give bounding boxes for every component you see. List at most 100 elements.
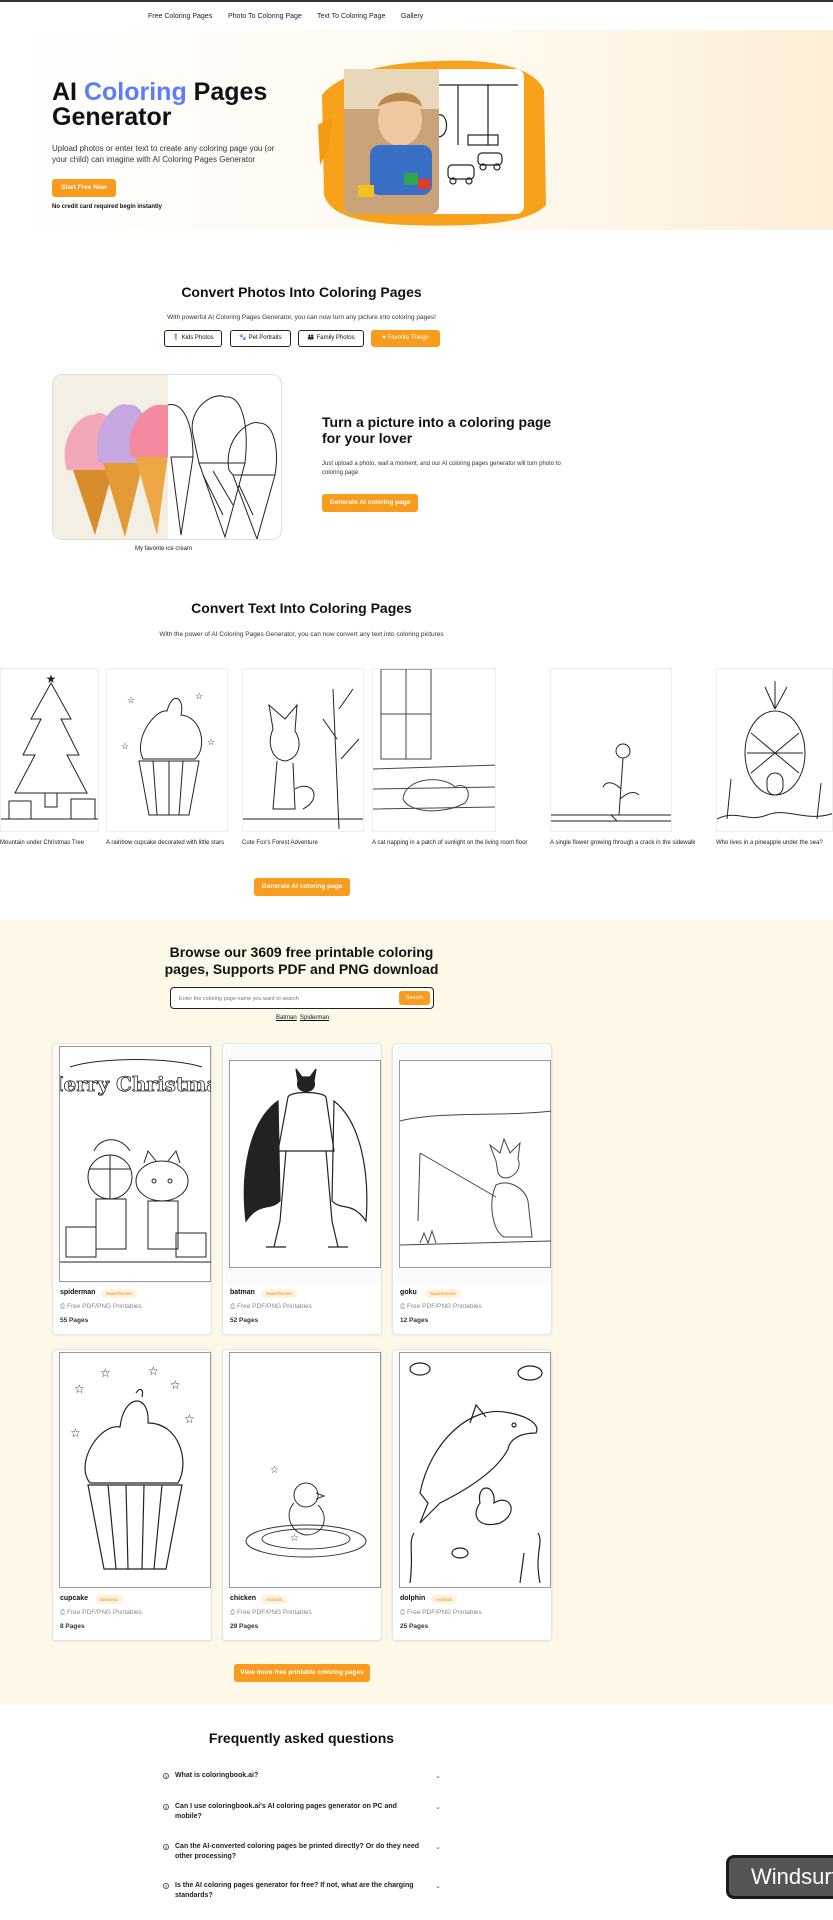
chip-kids-photos[interactable]: 🧍 Kids Photos <box>164 330 222 347</box>
pineapple-icon <box>717 681 832 820</box>
cupcake-art: ☆ ☆ ☆ ☆ ☆ ☆ <box>70 1364 195 1570</box>
view-more-button[interactable]: View more free printable coloring pages <box>234 1664 370 1682</box>
question-icon: ? <box>163 1773 169 1779</box>
coloring-card-goku[interactable]: goku Superheroes ⎙ Free PDF/PNG Printabl… <box>392 1043 552 1335</box>
text-example-flower[interactable] <box>550 668 672 832</box>
card-name: batman <box>230 1289 255 1296</box>
printer-icon: ⎙ <box>230 1609 236 1616</box>
printer-icon: ⎙ <box>400 1303 406 1310</box>
text-section-title: Convert Text Into Coloring Pages <box>191 600 412 616</box>
coloring-card-chicken[interactable]: ☆ ☆ chicken Animals ⎙ Free PDF/PNG Printa… <box>222 1349 382 1641</box>
text-caption-4: A cat napping in a patch of sunlight on … <box>372 840 528 846</box>
ice-cream-comparison-image <box>52 374 282 540</box>
printables-label: ⎙ Free PDF/PNG Printables <box>60 1303 142 1310</box>
family-icon: 👪 <box>307 335 315 341</box>
coloring-preview <box>395 1046 551 1284</box>
chip-pet-portraits[interactable]: 🐾 Pet Portraits <box>230 330 291 347</box>
page-count: 29 Pages <box>230 1623 259 1630</box>
svg-text:☆: ☆ <box>290 1533 299 1544</box>
nav-free-coloring-pages[interactable]: Free Coloring Pages <box>148 13 212 20</box>
nav-photo-to-coloring[interactable]: Photo To Coloring Page <box>228 13 302 20</box>
text-caption-3: Cute Fox's Forest Adventure <box>242 840 318 846</box>
printables-label: ⎙ Free PDF/PNG Printables <box>230 1609 312 1616</box>
cat-icon <box>373 669 495 812</box>
paw-icon: 🐾 <box>239 335 247 341</box>
batman-art <box>243 1068 368 1248</box>
coloring-card-dolphin[interactable]: dolphin Animals ⎙ Free PDF/PNG Printable… <box>392 1349 552 1641</box>
printer-icon: ⎙ <box>400 1609 406 1616</box>
child-icon: 🧍 <box>172 335 180 341</box>
text-caption-6: Who lives in a pineapple under the sea? <box>716 840 823 846</box>
cupcake-icon: ☆ ☆ ☆ ☆ <box>121 691 215 816</box>
search-input[interactable] <box>179 993 389 1004</box>
svg-text:☆: ☆ <box>207 737 215 747</box>
chicken-art: ☆☆ <box>245 1465 367 1558</box>
coloring-preview: ☆ ☆ ☆ ☆ ☆ ☆ <box>55 1352 211 1590</box>
svg-text:☆: ☆ <box>170 1378 181 1392</box>
coloring-preview <box>395 1352 551 1590</box>
feature-description: Just upload a photo, wait a moment, and … <box>322 461 561 476</box>
generate-from-text-button[interactable]: Generate AI coloring page <box>254 878 350 896</box>
hero-illustration <box>318 60 546 226</box>
text-caption-2: A rainbow cupcake decorated with little … <box>106 840 225 846</box>
chevron-down-icon: ⌄ <box>435 1773 441 1780</box>
coloring-preview <box>225 1046 381 1284</box>
search-button[interactable]: Search <box>399 991 430 1005</box>
svg-text:☆: ☆ <box>184 1412 195 1426</box>
printables-label: ⎙ Free PDF/PNG Printables <box>60 1609 142 1616</box>
printables-label: ⎙ Free PDF/PNG Printables <box>400 1303 482 1310</box>
heart-icon: ♥ <box>382 335 386 341</box>
text-caption-5: A single flower growing through a crack … <box>550 840 696 846</box>
feature-title: Turn a picture into a coloring page for … <box>322 414 552 446</box>
chip-family-photos[interactable]: 👪 Family Photos <box>298 330 364 347</box>
svg-text:★: ★ <box>46 672 57 686</box>
page-count: 52 Pages <box>230 1317 259 1324</box>
svg-text:☆: ☆ <box>121 741 129 751</box>
hero-description: Upload photos or enter text to create an… <box>52 144 275 164</box>
category-tag: Superheroes <box>261 1289 297 1298</box>
nav-text-to-coloring[interactable]: Text To Coloring Page <box>317 13 385 20</box>
hero-title-highlight: Coloring <box>83 78 187 106</box>
photos-section-subtitle: With powerful AI Coloring Pages Generato… <box>167 314 436 321</box>
category-tag: Animals <box>261 1595 288 1604</box>
ice-cream-caption: My favorite ice cream <box>135 546 193 552</box>
printables-label: ⎙ Free PDF/PNG Printables <box>400 1609 482 1616</box>
nav-gallery[interactable]: Gallery <box>401 13 423 20</box>
photos-section-title: Convert Photos Into Coloring Pages <box>181 284 422 300</box>
chip-favorite-things[interactable]: ♥ Favorite Things <box>371 330 440 347</box>
text-example-cat[interactable] <box>372 668 496 832</box>
category-tag: Animals <box>431 1595 458 1604</box>
coloring-card-spiderman[interactable]: Merry Christmas spiderman Superheroes ⎙ … <box>52 1043 212 1335</box>
text-example-fox[interactable] <box>242 668 364 832</box>
svg-text:☆: ☆ <box>195 691 203 701</box>
page-count: 12 Pages <box>400 1317 429 1324</box>
text-example-cupcake[interactable]: ☆ ☆ ☆ ☆ <box>106 668 228 832</box>
card-name: dolphin <box>400 1595 426 1602</box>
printer-icon: ⎙ <box>60 1303 66 1310</box>
dolphin-art <box>409 1362 543 1584</box>
card-name: cupcake <box>60 1595 89 1602</box>
faq-title: Frequently asked questions <box>208 1730 395 1746</box>
page-count: 55 Pages <box>60 1317 89 1324</box>
question-icon: ? <box>163 1844 169 1850</box>
windsurf-overlay-badge[interactable]: Windsurf <box>726 1855 833 1899</box>
top-nav: Free Coloring Pages Photo To Coloring Pa… <box>0 0 833 30</box>
browse-title: Browse our 3609 free printable coloring p… <box>164 944 439 977</box>
category-tag: Superheroes <box>425 1289 461 1298</box>
svg-text:Merry Christmas: Merry Christmas <box>60 1072 212 1096</box>
quick-link-batman[interactable]: Batman <box>276 1015 297 1021</box>
category-tag: Desserts <box>95 1595 123 1604</box>
coloring-card-batman[interactable]: batman Superheroes ⎙ Free PDF/PNG Printa… <box>222 1043 382 1335</box>
chevron-down-icon: ⌄ <box>435 1804 441 1811</box>
coloring-preview: Merry Christmas <box>53 1046 212 1284</box>
printables-label: ⎙ Free PDF/PNG Printables <box>230 1303 312 1310</box>
start-free-button[interactable]: Start Free Now <box>52 179 116 197</box>
text-example-pineapple[interactable] <box>716 668 833 832</box>
coloring-card-cupcake[interactable]: ☆ ☆ ☆ ☆ ☆ ☆ cupcake Desserts ⎙ Free PDF/PNG P… <box>52 1349 212 1641</box>
card-name: goku <box>400 1289 417 1296</box>
chevron-down-icon: ⌄ <box>435 1883 441 1890</box>
quick-link-spiderman[interactable]: Spiderman <box>300 1015 329 1021</box>
generate-from-photo-button[interactable]: Generate AI coloring page <box>322 494 418 512</box>
text-section-subtitle: With the power of AI Coloring Pages Gene… <box>159 631 444 638</box>
text-example-christmas-tree[interactable]: ★ <box>0 668 99 832</box>
